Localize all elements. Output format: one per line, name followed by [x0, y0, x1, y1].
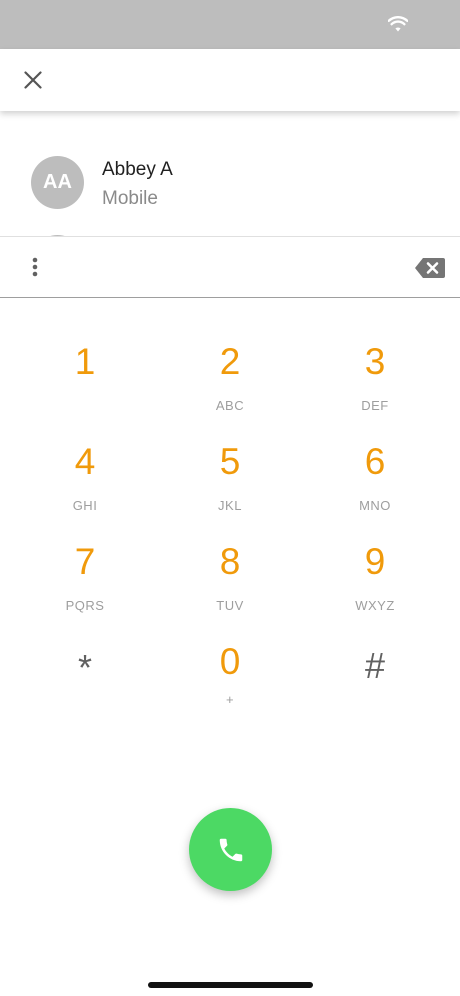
key-digit: 1: [74, 341, 96, 382]
key-letters: MNO: [359, 498, 391, 513]
key-digit: 9: [364, 541, 386, 582]
key-5[interactable]: 5 JKL: [170, 440, 290, 536]
key-star[interactable]: *: [25, 646, 145, 742]
status-bar: [0, 0, 460, 49]
key-digit: 0: [219, 641, 241, 682]
key-digit: #: [364, 645, 386, 686]
home-indicator: [148, 982, 313, 988]
key-digit: 5: [219, 441, 241, 482]
top-bar: [0, 49, 460, 111]
phone-icon: [219, 838, 242, 861]
key-4[interactable]: 4 GHI: [25, 440, 145, 536]
key-9[interactable]: 9 WXYZ: [315, 540, 435, 636]
key-letters: TUV: [216, 598, 244, 613]
contact-row[interactable]: AA Abbey A Mobile: [0, 133, 460, 217]
key-digit: 3: [364, 341, 386, 382]
key-digit: 2: [219, 341, 241, 382]
key-letters: PQRS: [65, 598, 105, 613]
key-6[interactable]: 6 MNO: [315, 440, 435, 536]
call-button[interactable]: [189, 808, 272, 891]
more-options-button[interactable]: [22, 253, 48, 281]
key-digit: 6: [364, 441, 386, 482]
key-letters: GHI: [72, 498, 98, 513]
key-letters: DEF: [361, 398, 389, 413]
key-8[interactable]: 8 TUV: [170, 540, 290, 636]
key-0[interactable]: 0 +: [170, 640, 290, 736]
key-letters: +: [225, 692, 235, 707]
contact-phone-type: Mobile: [102, 188, 158, 209]
close-icon: [24, 71, 42, 89]
backspace-icon[interactable]: [414, 256, 446, 280]
avatar: AA: [31, 156, 84, 209]
key-3[interactable]: 3 DEF: [315, 340, 435, 436]
key-1[interactable]: 1: [25, 340, 145, 436]
contact-row[interactable]: [0, 217, 460, 237]
key-letters: JKL: [218, 498, 242, 513]
key-letters: WXYZ: [355, 598, 395, 613]
key-digit: 4: [74, 441, 96, 482]
contact-name: Abbey A: [102, 159, 173, 180]
key-digit: 8: [219, 541, 241, 582]
close-button[interactable]: [18, 65, 48, 95]
key-digit: *: [77, 647, 92, 688]
key-2[interactable]: 2 ABC: [170, 340, 290, 436]
dial-input-bar: [0, 236, 460, 298]
key-hash[interactable]: #: [315, 644, 435, 740]
key-letters: ABC: [215, 398, 245, 413]
key-digit: 7: [74, 541, 96, 582]
wifi-icon: [388, 16, 408, 32]
key-7[interactable]: 7 PQRS: [25, 540, 145, 636]
more-vertical-icon: [32, 257, 38, 277]
